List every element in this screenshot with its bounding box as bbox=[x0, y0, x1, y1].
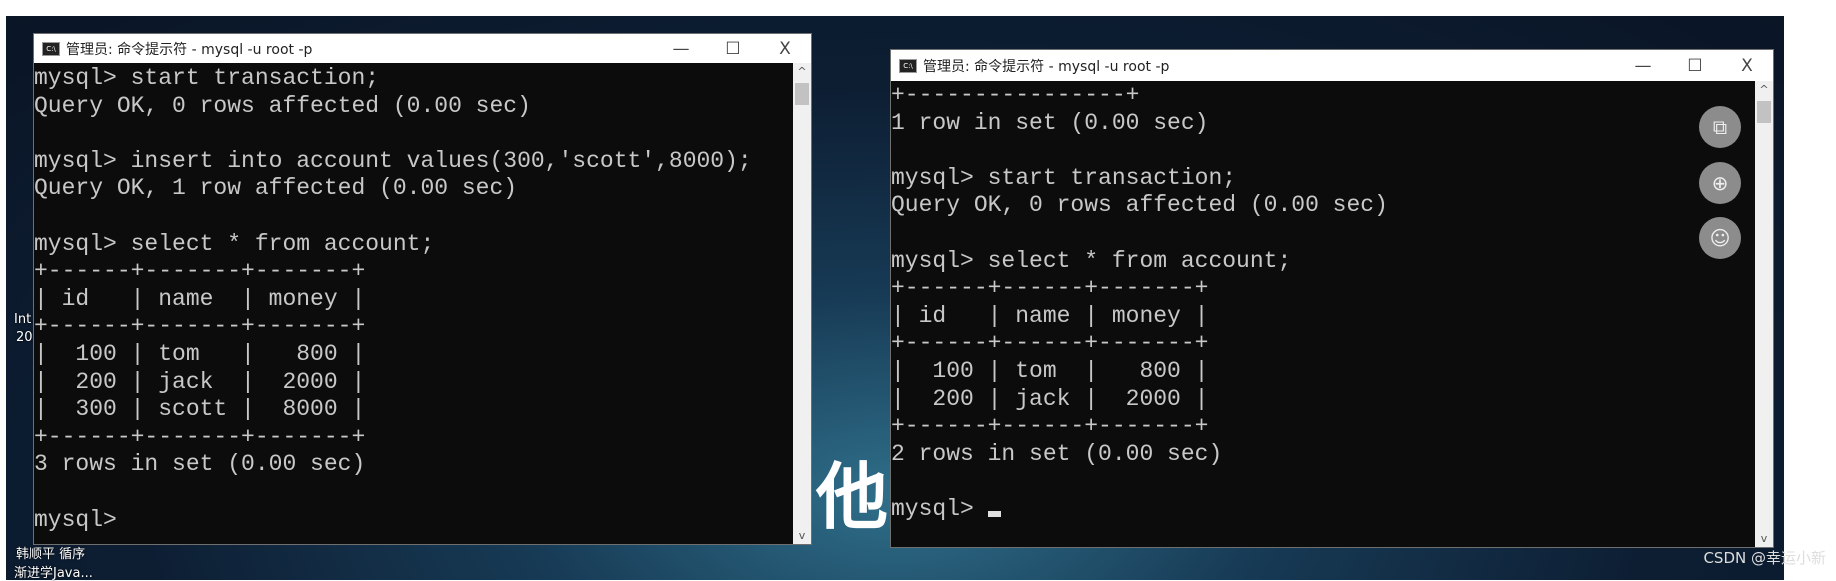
terminal-line: mysql> bbox=[891, 496, 1753, 524]
terminal-line: +------+-------+-------+ bbox=[34, 423, 366, 450]
terminal-line: | 100 | tom | 800 | bbox=[34, 340, 366, 367]
scroll-down-icon[interactable]: v bbox=[1755, 532, 1773, 545]
title-bar[interactable]: C:\ 管理员: 命令提示符 - mysql -u root -p — ☐ X bbox=[34, 34, 811, 63]
left-terminal-window[interactable]: C:\ 管理员: 命令提示符 - mysql -u root -p — ☐ X … bbox=[33, 33, 812, 545]
terminal-line: mysql> start transaction; bbox=[891, 164, 1237, 191]
text-cursor bbox=[987, 510, 1001, 517]
terminal-line: | id | name | money | bbox=[891, 302, 1209, 329]
desktop-icon-label[interactable]: Int bbox=[14, 312, 31, 327]
terminal-line: +------+------+-------+ bbox=[891, 330, 1209, 357]
scroll-thumb[interactable] bbox=[1757, 101, 1771, 123]
add-user-icon[interactable]: ☺ bbox=[1699, 217, 1741, 259]
title-bar[interactable]: C:\ 管理员: 命令提示符 - mysql -u root -p — ☐ X bbox=[891, 50, 1773, 81]
desktop-icon-label[interactable]: 渐进学Java... bbox=[14, 562, 93, 581]
terminal-line: +------+-------+-------+ bbox=[34, 258, 366, 285]
terminal-line: mysql> select * from account; bbox=[34, 230, 435, 257]
scroll-up-icon[interactable]: ^ bbox=[1755, 83, 1773, 96]
terminal-line: mysql> bbox=[34, 506, 117, 533]
terminal-line: | 100 | tom | 800 | bbox=[891, 357, 1209, 384]
scroll-up-icon[interactable]: ^ bbox=[793, 65, 811, 78]
terminal-line: Query OK, 0 rows affected (0.00 sec) bbox=[891, 192, 1388, 219]
cmd-icon: C:\ bbox=[899, 58, 917, 73]
maximize-button[interactable]: ☐ bbox=[707, 39, 759, 59]
copy-add-icon[interactable]: ⊕ bbox=[1699, 162, 1741, 204]
terminal-line: | 200 | jack | 2000 | bbox=[34, 368, 366, 395]
scroll-thumb[interactable] bbox=[795, 83, 809, 105]
window-title: 管理员: 命令提示符 - mysql -u root -p bbox=[923, 58, 1170, 75]
terminal-line: 1 row in set (0.00 sec) bbox=[891, 109, 1209, 136]
terminal-line: mysql> select * from account; bbox=[891, 247, 1292, 274]
terminal-line: +------+------+-------+ bbox=[891, 413, 1209, 440]
terminal-line: | 200 | jack | 2000 | bbox=[891, 385, 1209, 412]
terminal-line: 2 rows in set (0.00 sec) bbox=[891, 440, 1223, 467]
terminal-line: +----------------+ bbox=[891, 82, 1140, 108]
cmd-icon: C:\ bbox=[42, 41, 60, 56]
desktop-icon-label[interactable]: 20 bbox=[16, 330, 33, 345]
overlay-caption-char: 他 bbox=[816, 455, 889, 539]
terminal-output[interactable]: mysql> start transaction; Query OK, 0 row… bbox=[34, 65, 791, 534]
terminal-line: mysql> insert into account values(300,'s… bbox=[34, 147, 752, 174]
maximize-button[interactable]: ☐ bbox=[1669, 56, 1721, 76]
scrollbar[interactable]: ^ v bbox=[793, 63, 811, 544]
terminal-line: 3 rows in set (0.00 sec) bbox=[34, 451, 366, 478]
terminal-output[interactable]: +----------------+ 1 row in set (0.00 sec… bbox=[891, 82, 1753, 524]
right-terminal-window[interactable]: C:\ 管理员: 命令提示符 - mysql -u root -p — ☐ X … bbox=[890, 49, 1774, 548]
minimize-button[interactable]: — bbox=[1617, 56, 1669, 76]
terminal-line: +------+-------+-------+ bbox=[34, 313, 366, 340]
terminal-line: +------+------+-------+ bbox=[891, 275, 1209, 302]
close-button[interactable]: X bbox=[759, 39, 811, 59]
terminal-line: | 300 | scott | 8000 | bbox=[34, 396, 366, 423]
desktop-icon-label[interactable]: 韩顺平 循序 bbox=[16, 543, 85, 562]
window-title: 管理员: 命令提示符 - mysql -u root -p bbox=[66, 41, 313, 58]
terminal-line: Query OK, 1 row affected (0.00 sec) bbox=[34, 175, 518, 202]
scrollbar[interactable]: ^ v bbox=[1755, 81, 1773, 547]
screen-share-icon[interactable]: ⧉ bbox=[1699, 106, 1741, 148]
terminal-line: mysql> start transaction; bbox=[34, 65, 380, 91]
scroll-down-icon[interactable]: v bbox=[793, 529, 811, 542]
minimize-button[interactable]: — bbox=[655, 39, 707, 59]
terminal-line: | id | name | money | bbox=[34, 285, 366, 312]
terminal-line: Query OK, 0 rows affected (0.00 sec) bbox=[34, 92, 531, 119]
watermark: CSDN @幸运小新 bbox=[1703, 549, 1826, 567]
close-button[interactable]: X bbox=[1721, 56, 1773, 76]
